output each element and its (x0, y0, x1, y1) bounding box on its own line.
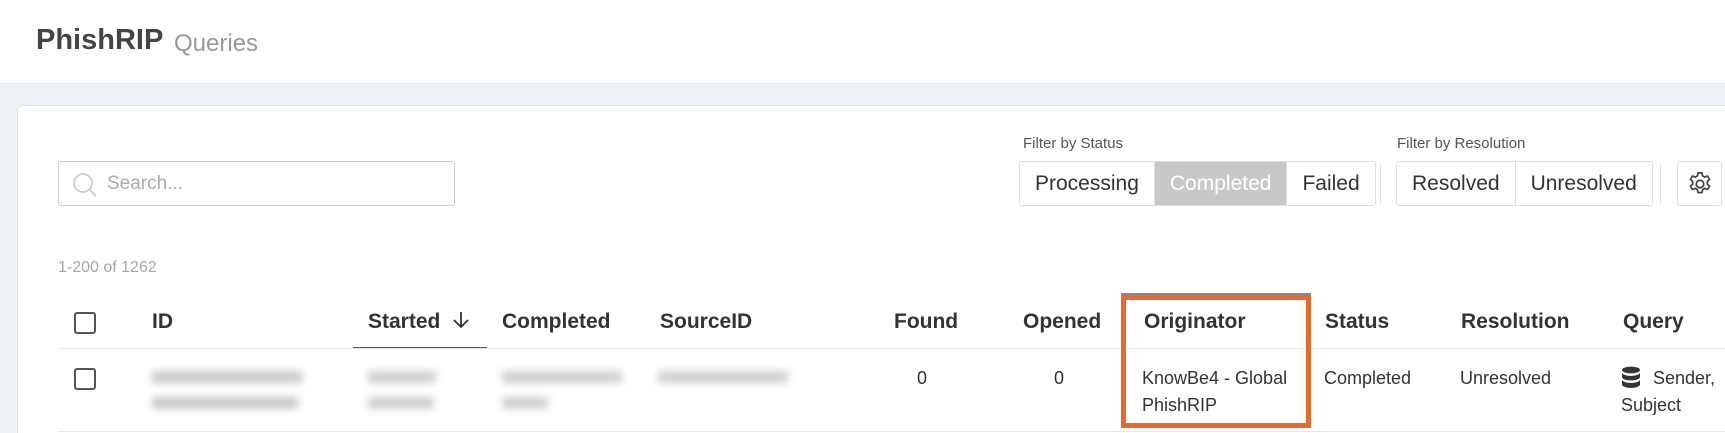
column-header-resolution[interactable]: Resolution (1461, 310, 1570, 334)
row-started-redacted (368, 364, 436, 409)
filter-processing-button[interactable]: Processing (1020, 162, 1155, 205)
filter-unresolved-button[interactable]: Unresolved (1515, 162, 1652, 205)
row-divider (58, 431, 1725, 432)
column-header-started[interactable]: Started (368, 310, 470, 334)
column-header-query[interactable]: Query (1623, 310, 1684, 334)
arrow-down-icon (453, 312, 469, 329)
search-icon (73, 173, 97, 197)
row-sourceid-redacted (658, 364, 788, 383)
column-header-status[interactable]: Status (1325, 310, 1389, 334)
search-box[interactable] (58, 161, 455, 206)
top-bar: PhishRIP Queries (0, 0, 1725, 84)
row-found: 0 (917, 368, 928, 388)
filter-resolution-label: Filter by Resolution (1397, 135, 1526, 152)
row-resolution: Unresolved (1460, 368, 1552, 388)
column-header-sourceid[interactable]: SourceID (660, 310, 752, 334)
status-filter-group: Processing Completed Failed (1019, 161, 1376, 206)
resolution-filter-group: Resolved Unresolved (1396, 161, 1653, 206)
settings-button[interactable] (1677, 161, 1722, 206)
column-header-started-label: Started (368, 310, 441, 333)
filter-resolved-button[interactable]: Resolved (1397, 162, 1516, 205)
search-input[interactable] (107, 168, 437, 200)
column-header-opened[interactable]: Opened (1023, 310, 1101, 334)
page-title: Queries (174, 30, 259, 57)
column-header-id[interactable]: ID (152, 310, 173, 334)
app-name: PhishRIP (36, 24, 164, 56)
row-completed-redacted (502, 364, 622, 409)
column-header-completed[interactable]: Completed (502, 310, 611, 334)
filter-status-label: Filter by Status (1023, 135, 1124, 152)
select-all-checkbox[interactable] (74, 312, 96, 334)
filter-completed-button[interactable]: Completed (1154, 162, 1288, 205)
originator-highlight-box (1121, 295, 1311, 428)
row-checkbox[interactable] (74, 368, 96, 390)
row-id-redacted (152, 364, 302, 409)
row-query-line2: Subject (1621, 395, 1682, 415)
results-count: 1-200 of 1262 (58, 259, 157, 276)
database-icon (1622, 366, 1640, 388)
column-header-found[interactable]: Found (894, 310, 958, 334)
row-status: Completed (1324, 368, 1412, 388)
row-query-line1: Sender, (1653, 368, 1716, 388)
filter-failed-button[interactable]: Failed (1287, 162, 1375, 205)
gear-icon (1689, 171, 1710, 194)
filter-divider (1380, 164, 1381, 204)
row-opened: 0 (1054, 368, 1065, 388)
header-divider (58, 348, 1725, 349)
settings-divider (1660, 164, 1661, 204)
